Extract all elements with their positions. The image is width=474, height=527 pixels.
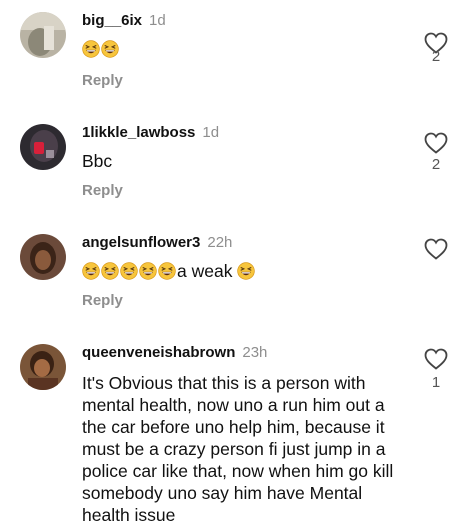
comment-text [82, 38, 412, 60]
avatar[interactable] [20, 124, 66, 170]
username-text[interactable]: 1likkle_lawboss [82, 124, 195, 141]
like-count: 2 [431, 48, 441, 65]
like-count: 2 [431, 156, 441, 173]
username-text[interactable]: queenveneishabrown [82, 344, 235, 361]
comment-time: 22h [207, 234, 233, 251]
username-text[interactable]: big__6ix [82, 12, 142, 29]
like-button[interactable] [424, 132, 448, 154]
grinning-squinting-face-emoji [158, 262, 176, 280]
like-button[interactable] [424, 238, 448, 260]
comment-text: a weak [82, 260, 412, 282]
grinning-squinting-face-emoji [120, 262, 138, 280]
grinning-squinting-face-emoji [101, 262, 119, 280]
reply-button[interactable]: Reply [82, 292, 123, 309]
comment-text: Bbc [82, 151, 113, 171]
avatar[interactable] [20, 344, 66, 390]
grinning-squinting-face-emoji [82, 262, 100, 280]
comment-text: It's Obvious that this is a person with … [82, 373, 394, 525]
reply-button[interactable]: Reply [82, 72, 123, 89]
username[interactable]: 1likkle_lawboss 1d [82, 124, 219, 141]
emoji-list [82, 261, 177, 281]
username[interactable]: big__6ix 1d [82, 12, 166, 29]
grinning-squinting-face-emoji [139, 262, 157, 280]
username-text[interactable]: angelsunflower3 [82, 234, 200, 251]
heart-outline-icon [424, 348, 448, 370]
heart-outline-icon [424, 238, 448, 260]
username[interactable]: angelsunflower3 22h [82, 234, 232, 251]
avatar[interactable] [20, 234, 66, 280]
comment-text-body: a weak [177, 261, 233, 281]
grinning-squinting-face-emoji [237, 262, 256, 280]
emoji-list [237, 261, 256, 281]
comment-time: 1d [202, 124, 220, 141]
like-button[interactable] [424, 348, 448, 370]
like-count: 1 [431, 374, 441, 391]
grinning-squinting-face-emoji [101, 40, 119, 58]
grinning-squinting-face-emoji [82, 40, 100, 58]
comment-time: 23h [242, 344, 268, 361]
avatar[interactable] [20, 12, 66, 58]
heart-outline-icon [424, 132, 448, 154]
comment-time: 1d [149, 12, 166, 29]
emoji-list [82, 39, 120, 59]
username[interactable]: queenveneishabrown 23h [82, 344, 267, 361]
reply-button[interactable]: Reply [82, 182, 123, 199]
